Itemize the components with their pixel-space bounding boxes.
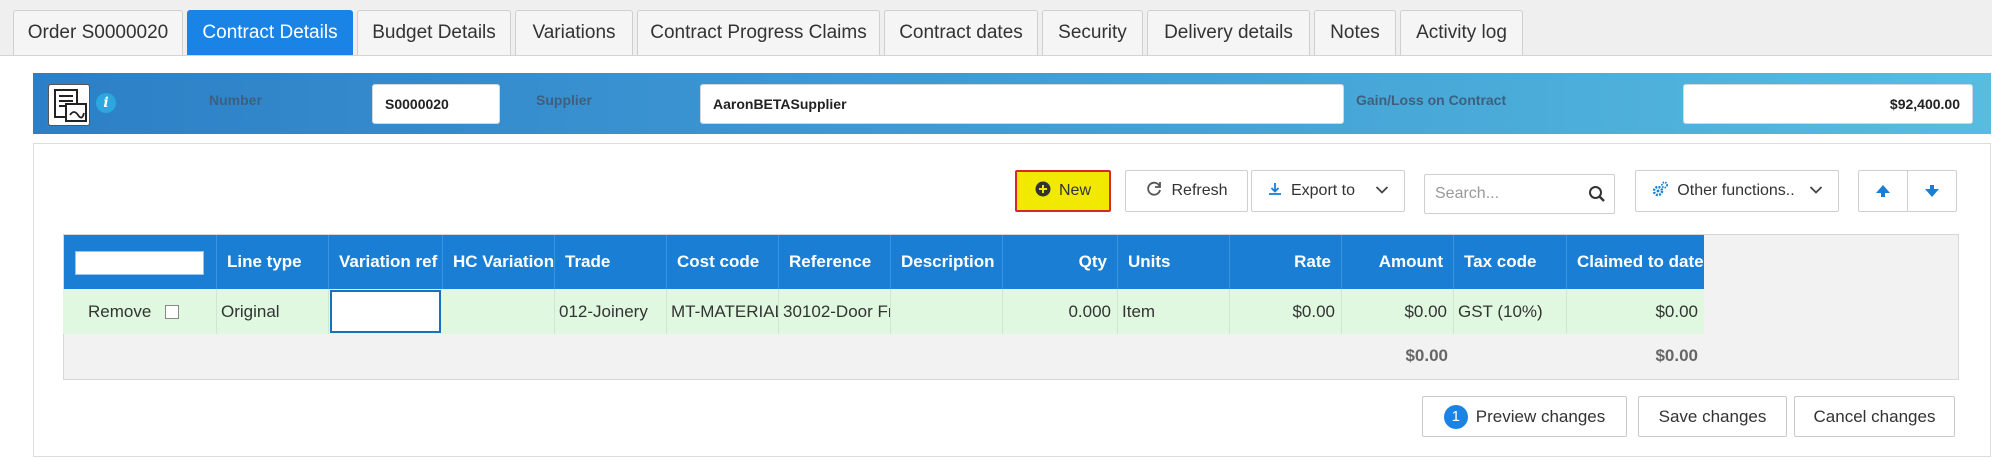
other-functions-label: Other functions..	[1677, 182, 1795, 199]
cell-claimed-to-date: $0.00	[1655, 301, 1698, 321]
gain-loss-label: Gain/Loss on Contract	[1356, 92, 1507, 108]
row-remove-cell[interactable]: Remove	[64, 289, 217, 334]
column-rate[interactable]: Rate	[1230, 235, 1342, 289]
search-icon[interactable]	[1588, 185, 1606, 208]
move-buttons	[1858, 170, 1957, 212]
tab-contract-progress-claims[interactable]: Contract Progress Claims	[637, 10, 880, 55]
cell-description[interactable]	[891, 289, 1003, 334]
cell-hc-variation[interactable]	[443, 289, 555, 334]
download-icon	[1267, 181, 1283, 202]
variation-ref-editor[interactable]	[330, 290, 441, 333]
contract-document-icon	[48, 84, 90, 126]
other-functions-dropdown[interactable]: Other functions..	[1635, 170, 1839, 212]
tab-order[interactable]: Order S0000020	[13, 10, 183, 55]
tab-variations[interactable]: Variations	[515, 10, 633, 55]
tab-notes[interactable]: Notes	[1314, 10, 1396, 55]
total-amount: $0.00	[1405, 346, 1448, 365]
gain-loss-field[interactable]: $92,400.00	[1683, 84, 1973, 124]
supplier-label: Supplier	[536, 92, 593, 108]
cell-cost-code[interactable]: MT-MATERIALS	[667, 289, 779, 334]
column-description[interactable]: Description	[891, 235, 1003, 289]
column-line-type[interactable]: Line type	[217, 235, 329, 289]
column-amount[interactable]: Amount	[1342, 235, 1454, 289]
cell-units[interactable]: Item	[1118, 289, 1230, 334]
new-button[interactable]: New	[1015, 170, 1111, 212]
tab-bar: Order S0000020 Contract Details Budget D…	[0, 0, 1992, 56]
export-label: Export to	[1290, 182, 1356, 199]
cell-reference[interactable]: 30102-Door Frames	[779, 289, 891, 334]
preview-changes-label: Preview changes	[1475, 406, 1606, 426]
cancel-changes-button[interactable]: Cancel changes	[1794, 396, 1955, 437]
gears-icon	[1651, 180, 1669, 203]
tab-contract-details[interactable]: Contract Details	[187, 10, 353, 55]
number-field[interactable]: S0000020	[372, 84, 500, 124]
tab-contract-dates[interactable]: Contract dates	[884, 10, 1038, 55]
chevron-down-icon	[1375, 182, 1389, 200]
tab-activity-log[interactable]: Activity log	[1400, 10, 1523, 55]
column-reference[interactable]: Reference	[779, 235, 891, 289]
cell-tax-code[interactable]: GST (10%)	[1454, 289, 1567, 334]
column-trade[interactable]: Trade	[555, 235, 667, 289]
save-changes-button[interactable]: Save changes	[1638, 396, 1787, 437]
plus-circle-icon	[1035, 181, 1051, 202]
column-hc-variation[interactable]: HC Variation	[443, 235, 555, 289]
info-icon[interactable]: i	[96, 93, 116, 113]
export-to-dropdown[interactable]: Export to	[1251, 170, 1405, 212]
cell-rate[interactable]: $0.00	[1230, 289, 1342, 334]
chevron-down-icon	[1809, 182, 1823, 200]
remove-checkbox[interactable]	[165, 304, 180, 319]
tab-budget-details[interactable]: Budget Details	[357, 10, 511, 55]
arrow-up-icon[interactable]	[1859, 171, 1908, 211]
column-units[interactable]: Units	[1118, 235, 1230, 289]
remove-label[interactable]: Remove	[88, 302, 151, 322]
refresh-button-label: Refresh	[1171, 182, 1228, 199]
changes-count-badge: 1	[1443, 404, 1468, 429]
total-claimed-to-date: $0.00	[1655, 346, 1698, 365]
cell-line-type: Original	[217, 289, 329, 334]
contract-header: i Number S0000020 Supplier AaronBETASupp…	[33, 73, 1991, 134]
refresh-icon	[1145, 180, 1163, 203]
number-label: Number	[209, 92, 262, 108]
refresh-button[interactable]: Refresh	[1125, 170, 1248, 212]
cell-trade[interactable]: 012-Joinery	[555, 289, 667, 334]
tab-delivery-details[interactable]: Delivery details	[1147, 10, 1310, 55]
cell-qty[interactable]: 0.000	[1003, 289, 1118, 334]
column-cost-code[interactable]: Cost code	[667, 235, 779, 289]
column-qty[interactable]: Qty	[1003, 235, 1118, 289]
column-claimed-to-date[interactable]: Claimed to date	[1567, 235, 1704, 289]
search-input[interactable]: Search...	[1424, 174, 1615, 214]
column-variation-ref[interactable]: Variation ref	[329, 235, 443, 289]
cell-amount: $0.00	[1342, 289, 1454, 334]
column-tax-code[interactable]: Tax code	[1454, 235, 1567, 289]
preview-changes-button[interactable]: 1 Preview changes	[1422, 396, 1627, 437]
new-button-label: New	[1058, 182, 1091, 199]
supplier-field[interactable]: AaronBETASupplier	[700, 84, 1344, 124]
arrow-down-icon[interactable]	[1908, 171, 1957, 211]
column-filter-input[interactable]	[75, 251, 204, 275]
tab-security[interactable]: Security	[1042, 10, 1143, 55]
